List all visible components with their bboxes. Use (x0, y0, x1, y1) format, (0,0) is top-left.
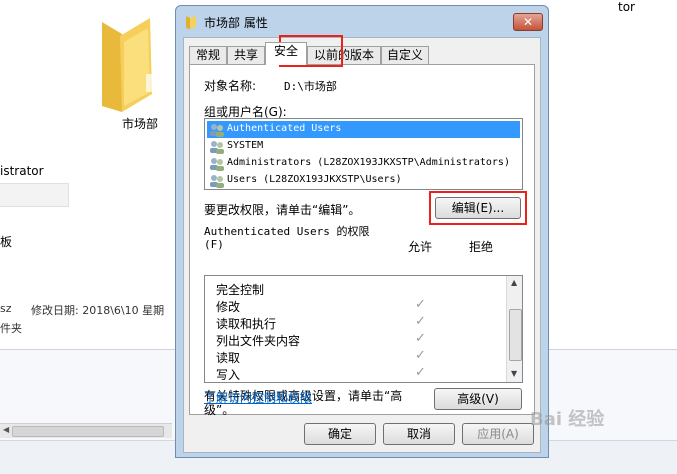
table-row: 读取 ✓ (205, 348, 505, 365)
object-name-value: D:\市场部 (284, 80, 337, 93)
status-size: sz (0, 302, 12, 315)
properties-dialog: 市场部 属性 ✕ 常规 共享 安全 以前的版本 自定义 对象名称: D:\市场部… (175, 5, 549, 458)
permissions-shortcut-label: (F) (204, 238, 224, 251)
folder-icon[interactable] (98, 14, 156, 114)
check-icon: ✓ (415, 297, 426, 312)
table-row: 列出文件夹内容 ✓ (205, 331, 505, 348)
ok-button[interactable]: 确定 (304, 423, 376, 445)
users-group-icon (210, 141, 224, 154)
scroll-left-icon[interactable]: ◀ (3, 425, 9, 434)
cancel-button[interactable]: 取消 (383, 423, 455, 445)
scroll-up-icon[interactable]: ▲ (511, 278, 517, 287)
permission-name: 列出文件夹内容 (216, 334, 301, 348)
table-row: 读取和执行 ✓ (205, 314, 505, 331)
folder-label[interactable]: 市场部 (112, 115, 168, 132)
tab-security[interactable]: 安全 (265, 42, 307, 65)
background-user-text: tor (618, 0, 635, 14)
sidebar-field (0, 183, 69, 207)
permission-name: 读取和执行 (216, 317, 277, 331)
scroll-thumb[interactable] (509, 309, 522, 361)
highlight-edit-button (429, 191, 527, 225)
object-name-label: 对象名称: (204, 79, 257, 93)
dialog-client: 常规 共享 安全 以前的版本 自定义 对象名称: D:\市场部 组或用户名(G)… (183, 37, 541, 453)
learn-access-control-link[interactable]: 了解访问控制和权限 (204, 389, 312, 406)
user-list[interactable]: Authenticated Users SYSTEM Administrator… (204, 118, 523, 190)
explorer-right-area (549, 0, 677, 349)
permission-scrollbar[interactable]: ▲ ▼ (506, 276, 522, 382)
list-item[interactable]: Authenticated Users (207, 121, 520, 138)
status-type: 件夹 (0, 322, 22, 335)
check-icon: ✓ (415, 314, 426, 329)
list-item[interactable]: SYSTEM (207, 138, 520, 155)
dialog-title: 市场部 属性 (204, 16, 268, 30)
watermark: Bai 经验 (530, 409, 605, 430)
close-icon: ✕ (522, 15, 534, 29)
horizontal-scrollbar[interactable]: ◀ (0, 423, 172, 438)
table-row: 写入 ✓ (205, 365, 505, 382)
tab-general[interactable]: 常规 (189, 46, 227, 64)
table-row: 修改 ✓ (205, 297, 505, 314)
security-panel: 对象名称: D:\市场部 组或用户名(G): Authenticated Use… (189, 64, 535, 417)
permissions-for-label: Authenticated Users 的权限 (204, 225, 370, 238)
close-button[interactable]: ✕ (513, 13, 543, 31)
change-permissions-hint: 要更改权限，请单击“编辑”。 (204, 203, 361, 217)
sidebar-user-text: istrator (0, 164, 44, 178)
scroll-thumb[interactable] (12, 426, 164, 437)
user-name: SYSTEM (227, 140, 264, 151)
permission-name: 修改 (216, 300, 241, 314)
tab-sharing[interactable]: 共享 (227, 46, 265, 64)
list-item[interactable]: Administrators (L28ZOX193JKXSTP\Administ… (207, 155, 520, 172)
check-icon: ✓ (415, 348, 426, 363)
dialog-titlebar[interactable]: 市场部 属性 ✕ (176, 6, 548, 36)
table-row: 完全控制 (205, 280, 505, 297)
user-name: Administrators (L28ZOX193JKXSTP\Administ… (227, 157, 510, 168)
permission-name: 写入 (216, 368, 241, 382)
allow-header: 允许 (408, 240, 433, 254)
check-icon: ✓ (415, 365, 426, 380)
tab-customize[interactable]: 自定义 (381, 46, 429, 64)
users-group-icon (210, 124, 224, 137)
advanced-button[interactable]: 高级(V) (434, 388, 522, 410)
check-icon: ✓ (415, 331, 426, 346)
status-modified-date: 修改日期: 2018\6\10 星期 (31, 304, 165, 317)
apply-button[interactable]: 应用(A) (462, 423, 534, 445)
user-name: Authenticated Users (227, 123, 342, 134)
permission-name: 读取 (216, 351, 241, 365)
scroll-down-icon[interactable]: ▼ (511, 369, 517, 378)
users-group-icon (210, 158, 224, 171)
permission-name: 完全控制 (216, 283, 265, 297)
sidebar-text-2: 板 (0, 235, 13, 249)
user-name: Users (L28ZOX193JKXSTP\Users) (227, 174, 402, 185)
deny-header: 拒绝 (469, 240, 494, 254)
folder-small-icon (186, 16, 196, 29)
users-group-icon (210, 175, 224, 188)
list-item[interactable]: Users (L28ZOX193JKXSTP\Users) (207, 172, 520, 189)
permission-list[interactable]: 完全控制 修改 ✓ 读取和执行 ✓ 列出文件夹内容 ✓ 读取 ✓ 写入 ✓ ▲ … (204, 275, 523, 383)
